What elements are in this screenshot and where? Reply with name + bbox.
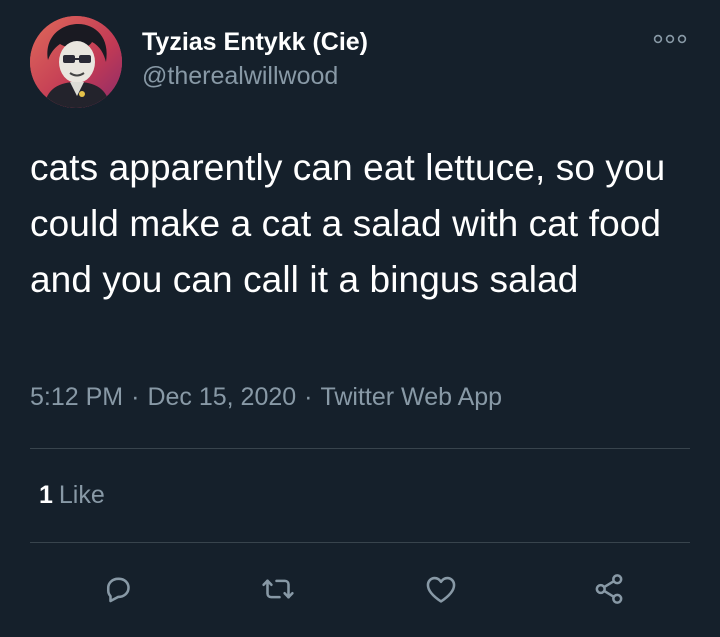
likes-count: 1: [39, 481, 53, 509]
tweet-source[interactable]: Twitter Web App: [320, 383, 502, 411]
meta-separator: ·: [304, 383, 313, 411]
author-name[interactable]: Tyzias Entykk (Cie): [142, 28, 368, 57]
tweet-text: cats apparently can eat lettuce, so you …: [30, 147, 666, 300]
retweet-icon: [262, 579, 294, 599]
tweet-meta: 5:12 PM · Dec 15, 2020 · Twitter Web App: [30, 383, 502, 412]
heart-icon: [426, 576, 456, 603]
more-button[interactable]: [650, 26, 690, 52]
divider: [30, 448, 690, 449]
tweet-date[interactable]: Dec 15, 2020: [147, 383, 296, 411]
reply-button[interactable]: [97, 568, 139, 610]
share-icon: [595, 574, 623, 604]
more-icon: [653, 34, 687, 44]
likes-label: Like: [58, 481, 105, 509]
tweet-card: Tyzias Entykk (Cie) @therealwillwood cat…: [0, 0, 720, 637]
author-handle[interactable]: @therealwillwood: [142, 62, 338, 91]
like-button[interactable]: [420, 568, 462, 610]
avatar-image: [30, 16, 122, 108]
retweet-button[interactable]: [257, 568, 299, 610]
meta-separator: ·: [131, 383, 140, 411]
tweet-time[interactable]: 5:12 PM: [30, 383, 123, 411]
divider: [30, 542, 690, 543]
reply-icon: [106, 577, 130, 603]
avatar[interactable]: [30, 16, 122, 108]
share-button[interactable]: [588, 568, 630, 610]
likes-stat[interactable]: 1 Like: [39, 481, 105, 510]
